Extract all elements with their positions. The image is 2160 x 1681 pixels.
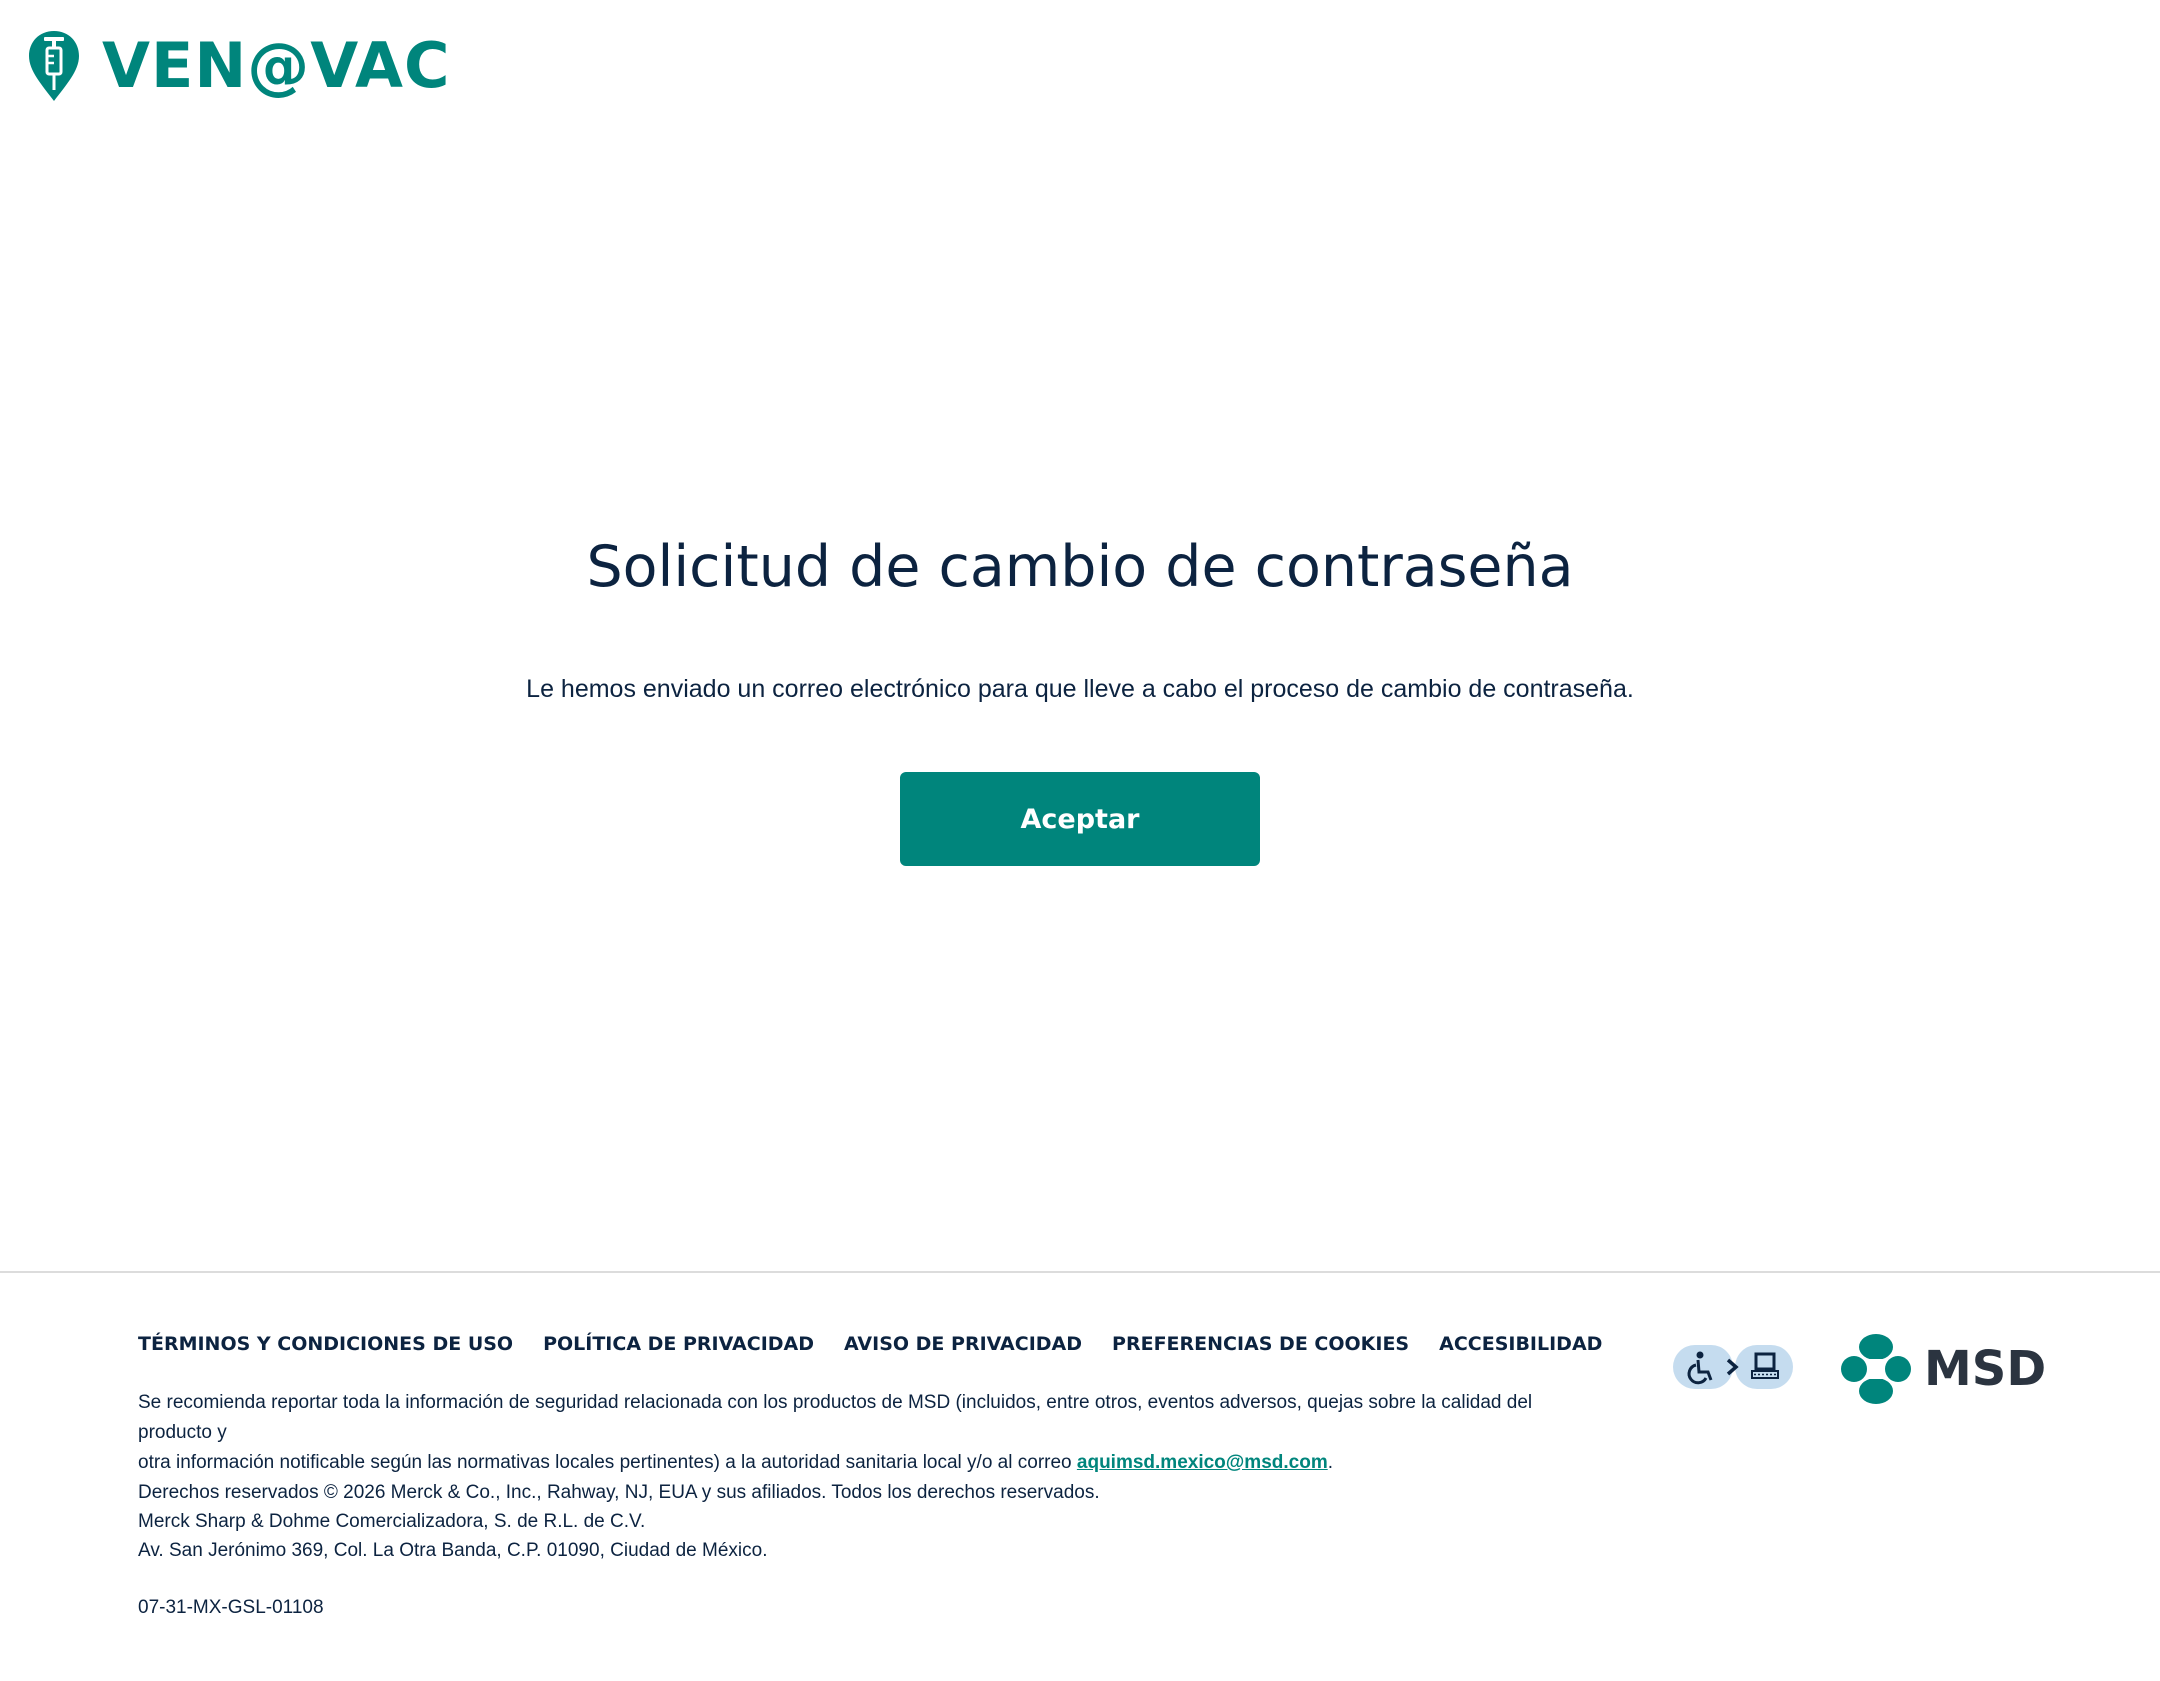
msd-logo-text: MSD <box>1924 1341 2047 1397</box>
safety-line-end: . <box>1327 1452 1333 1473</box>
footer-link-cookie-preferences[interactable]: PREFERENCIAS DE COOKIES <box>1112 1333 1409 1355</box>
accept-button[interactable]: Aceptar <box>900 772 1260 866</box>
rights-line-2: Merck Sharp & Dohme Comercializadora, S.… <box>138 1511 646 1532</box>
rights-line-3: Av. San Jerónimo 369, Col. La Otra Banda… <box>138 1540 768 1561</box>
safety-line-2-text: otra información notificable según las n… <box>138 1452 1072 1473</box>
page-title: Solicitud de cambio de contraseña <box>586 534 1574 600</box>
footer-link-terms[interactable]: TÉRMINOS Y CONDICIONES DE USO <box>138 1333 513 1355</box>
safety-reporting-text: Se recomienda reportar toda la informaci… <box>138 1388 1568 1478</box>
footer-link-accessibility[interactable]: ACCESIBILIDAD <box>1439 1333 1602 1355</box>
confirmation-message: Le hemos enviado un correo electrónico p… <box>526 675 1634 703</box>
msd-logo[interactable]: MSD <box>1840 1333 2046 1405</box>
footer-links: TÉRMINOS Y CONDICIONES DE USO POLÍTICA D… <box>138 1333 1602 1355</box>
venavac-logo[interactable]: VEN@VAC <box>26 28 450 104</box>
rights-line-1: Derechos reservados © 2026 Merck & Co., … <box>138 1482 1100 1503</box>
main-content: Solicitud de cambio de contraseña Le hem… <box>0 130 2160 1270</box>
site-footer: TÉRMINOS Y CONDICIONES DE USO POLÍTICA D… <box>0 1271 2160 1681</box>
logo-text: VEN@VAC <box>102 29 451 102</box>
syringe-pin-icon <box>29 31 79 101</box>
footer-link-privacy-policy[interactable]: POLÍTICA DE PRIVACIDAD <box>543 1333 814 1355</box>
safety-email-link[interactable]: aquimsd.mexico@msd.com <box>1077 1452 1328 1473</box>
document-code: 07-31-MX-GSL-01108 <box>138 1597 324 1618</box>
safety-line-2: otra información notificable según las n… <box>138 1448 1568 1478</box>
msd-logo-icon <box>1841 1334 1911 1404</box>
footer-link-privacy-notice[interactable]: AVISO DE PRIVACIDAD <box>844 1333 1082 1355</box>
site-header: VEN@VAC <box>0 0 2160 130</box>
accessibility-badge-icon[interactable] <box>1672 1343 1796 1393</box>
safety-line-1: Se recomienda reportar toda la informaci… <box>138 1392 1533 1443</box>
copyright-text: Derechos reservados © 2026 Merck & Co., … <box>138 1478 1568 1565</box>
